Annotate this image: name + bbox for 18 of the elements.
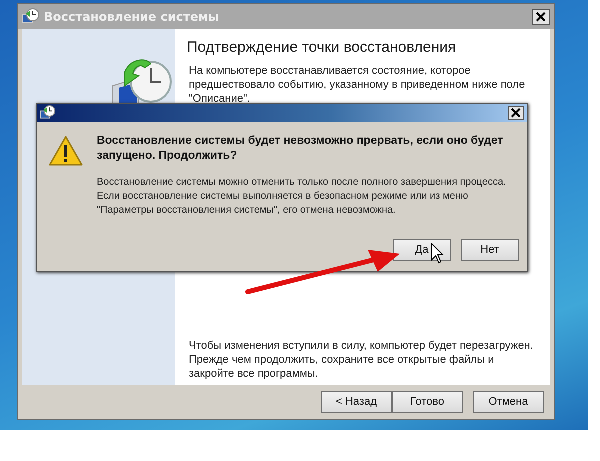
close-icon xyxy=(511,108,521,118)
wizard-button[interactable]: < Назад xyxy=(321,391,392,413)
restart-note: Чтобы изменения вступили в силу, компьютер будет перезагружен. Прежде чем продолжить, сохраните все открытые файлы и закройте все программы. xyxy=(189,339,534,381)
close-button[interactable] xyxy=(532,8,550,24)
mouse-cursor-icon xyxy=(431,243,445,265)
dialog-button[interactable]: Нет xyxy=(461,239,519,261)
page-heading: Подтверждение точки восстановления xyxy=(187,39,458,56)
close-icon xyxy=(536,12,546,22)
warning-icon xyxy=(49,136,83,166)
close-button[interactable] xyxy=(508,106,524,120)
restore-icon xyxy=(22,8,40,26)
description-text: На компьютере восстанавливается состояние, которое предшествовало событию, указанному в приведенном ниже поле "Описание". xyxy=(189,64,526,106)
wizard-button[interactable]: Готово xyxy=(392,391,463,413)
dialog-message: Восстановление системы будет невозможно прервать, если оно будет запущено. Продолжить? xyxy=(97,134,504,164)
dialog-button[interactable]: Да xyxy=(393,239,451,261)
window-title: Восстановление системы xyxy=(44,10,220,24)
wizard-button[interactable]: Отмена xyxy=(473,391,544,413)
dialog-details: Восстановление системы можно отменить только после полного завершения процесса. Если восстановление системы выполняется в безопасном режиме или из меню "Параметры восстановления системы", его отмена невозможна. xyxy=(97,176,506,218)
